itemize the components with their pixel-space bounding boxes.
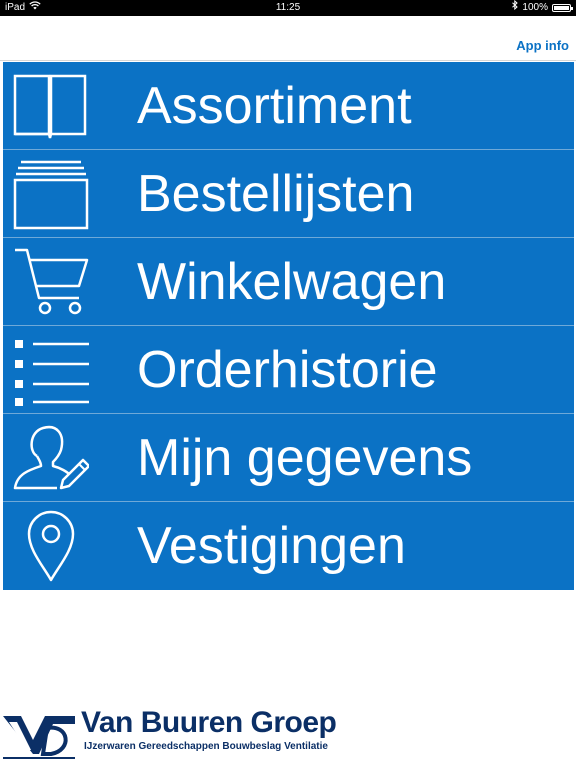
menu-item-vestigingen[interactable]: Vestigingen [3, 502, 574, 590]
status-right: 100% [512, 0, 573, 16]
menu-item-winkelwagen[interactable]: Winkelwagen [3, 238, 574, 326]
status-time: 11:25 [275, 2, 301, 13]
menu-label: Mijn gegevens [137, 429, 473, 487]
status-bar: iPad 11:25 100% [0, 0, 576, 16]
company-logo: Van Buuren Groep IJzerwaren Gereedschapp… [3, 706, 337, 762]
menu-label: Bestellijsten [137, 165, 415, 223]
logo-mark-icon [3, 710, 75, 760]
stacked-folders-icon [13, 158, 89, 230]
logo-subtitle: IJzerwaren Gereedschappen Bouwbeslag Ven… [84, 741, 328, 752]
shopping-cart-icon [13, 246, 89, 318]
app-info-button[interactable]: App info [516, 38, 569, 53]
menu-label: Vestigingen [137, 517, 406, 575]
battery-fill [554, 6, 569, 10]
app-screen: iPad 11:25 100% App info Assortiment Bes… [0, 0, 576, 768]
menu-label: Assortiment [137, 77, 412, 135]
battery-percent: 100% [522, 2, 548, 13]
menu-item-mijn-gegevens[interactable]: Mijn gegevens [3, 414, 574, 502]
location-pin-icon [13, 510, 89, 582]
bluetooth-icon [512, 0, 519, 16]
list-icon [13, 334, 89, 406]
navigation-bar: App info [0, 16, 576, 61]
book-icon [13, 70, 89, 142]
menu-item-orderhistorie[interactable]: Orderhistorie [3, 326, 574, 414]
user-edit-icon [13, 422, 89, 494]
battery-icon [552, 4, 573, 12]
menu-item-assortiment[interactable]: Assortiment [3, 62, 574, 150]
menu-label: Orderhistorie [137, 341, 438, 399]
main-menu: Assortiment Bestellijsten Winkelwagen Or… [3, 62, 574, 590]
logo-title: Van Buuren Groep [81, 706, 337, 739]
menu-label: Winkelwagen [137, 253, 447, 311]
menu-item-bestellijsten[interactable]: Bestellijsten [3, 150, 574, 238]
